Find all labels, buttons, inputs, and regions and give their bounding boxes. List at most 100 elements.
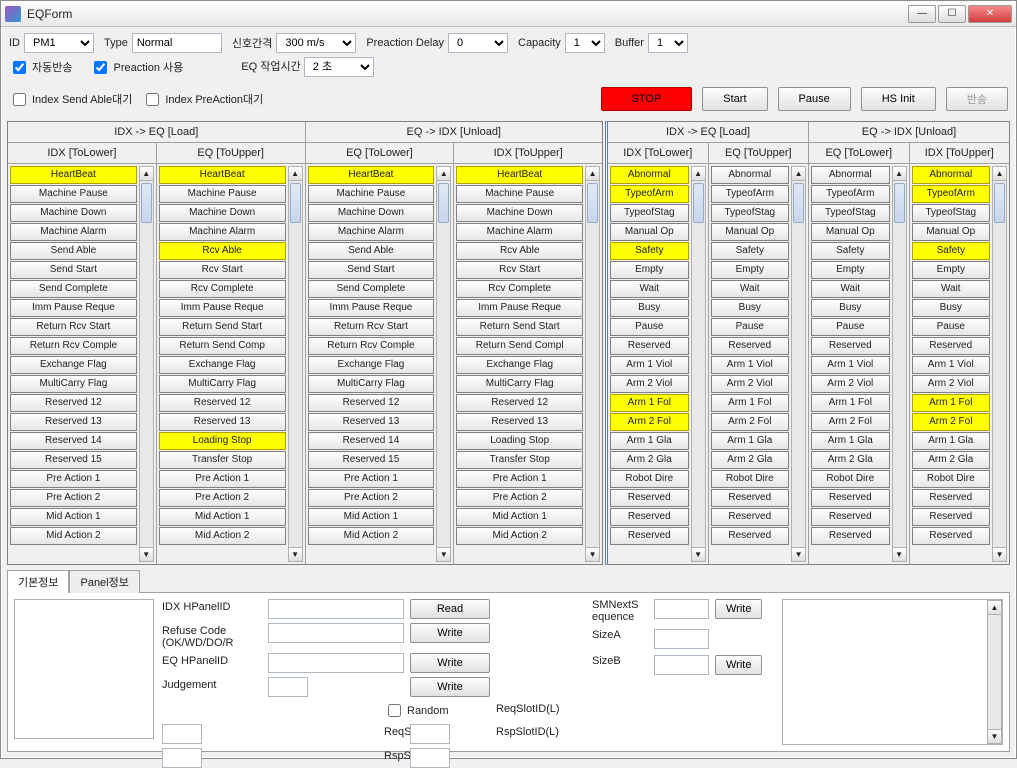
scroll-thumb[interactable] [141,183,152,223]
scroll-thumb[interactable] [438,183,449,223]
signal-button[interactable]: Return Send Compl [456,337,583,355]
preaction-use-check[interactable] [94,61,107,74]
signal-button[interactable]: TypeofArm [610,185,689,203]
signal-button[interactable]: HeartBeat [159,166,286,184]
signal-button[interactable]: Empty [610,261,689,279]
signal-button[interactable]: TypeofArm [811,185,890,203]
signal-button[interactable]: Wait [711,280,790,298]
signal-button[interactable]: Imm Pause Reque [10,299,137,317]
column-scrollbar[interactable]: ▲▼ [139,166,154,562]
signal-button[interactable]: Reserved 12 [308,394,435,412]
stop-button[interactable]: STOP [601,87,693,111]
scroll-thumb[interactable] [894,183,905,223]
signal-button[interactable]: Mid Action 1 [159,508,286,526]
signal-button[interactable]: Reserved [811,527,890,545]
scroll-down-icon[interactable]: ▼ [893,547,906,561]
signal-button[interactable]: Machine Down [159,204,286,222]
signal-button[interactable]: Reserved [912,508,991,526]
signal-button[interactable]: Return Send Start [456,318,583,336]
signal-button[interactable]: MultiCarry Flag [456,375,583,393]
signal-button[interactable]: Pause [610,318,689,336]
sizea-input[interactable] [654,629,709,649]
signal-button[interactable]: Pre Action 2 [456,489,583,507]
signal-button[interactable]: TypeofStag [912,204,991,222]
signal-button[interactable]: Imm Pause Reque [159,299,286,317]
read-button[interactable]: Read [410,599,490,619]
maximize-button[interactable]: ☐ [938,5,966,23]
signal-button[interactable]: Reserved 15 [308,451,435,469]
return-button[interactable]: 반송 [946,87,1008,111]
signal-button[interactable]: Return Rcv Comple [308,337,435,355]
log-scrollbar[interactable]: ▲ ▼ [987,600,1002,744]
signal-button[interactable]: Wait [811,280,890,298]
signal-button[interactable]: Reserved [912,337,991,355]
signal-button[interactable]: Machine Alarm [159,223,286,241]
eq-worktime-select[interactable]: 2 초 [304,57,374,77]
signal-button[interactable]: Reserved [912,489,991,507]
signal-button[interactable]: Exchange Flag [10,356,137,374]
signal-button[interactable]: Reserved 13 [308,413,435,431]
signal-button[interactable]: Robot Dire [711,470,790,488]
signal-button[interactable]: Arm 1 Fol [912,394,991,412]
signal-button[interactable]: Loading Stop [159,432,286,450]
index-send-able-checkbox[interactable]: Index Send Able대기 [9,90,132,109]
column-scrollbar[interactable]: ▲▼ [992,166,1007,562]
signal-button[interactable]: Mid Action 2 [456,527,583,545]
signal-button[interactable]: Reserved [711,489,790,507]
close-button[interactable]: ✕ [968,5,1012,23]
scroll-down-icon[interactable]: ▼ [140,547,153,561]
signal-button[interactable]: Reserved 15 [10,451,137,469]
signal-button[interactable]: Busy [811,299,890,317]
signal-button[interactable]: Robot Dire [912,470,991,488]
signal-button[interactable]: Mid Action 1 [10,508,137,526]
signal-button[interactable]: Exchange Flag [456,356,583,374]
signal-button[interactable]: Manual Op [811,223,890,241]
signal-button[interactable]: Mid Action 1 [456,508,583,526]
signal-button[interactable]: Pre Action 2 [308,489,435,507]
signal-button[interactable]: Manual Op [610,223,689,241]
scroll-thumb[interactable] [693,183,704,223]
signal-button[interactable]: Arm 2 Fol [912,413,991,431]
write-button-5[interactable]: Write [715,655,762,675]
signal-button[interactable]: Mid Action 2 [159,527,286,545]
signal-button[interactable]: Robot Dire [610,470,689,488]
signal-button[interactable]: Reserved [711,527,790,545]
column-scrollbar[interactable]: ▲▼ [436,166,451,562]
signal-button[interactable]: Rcv Able [159,242,286,260]
signal-button[interactable]: Arm 2 Viol [811,375,890,393]
signal-button[interactable]: Arm 1 Gla [912,432,991,450]
start-button[interactable]: Start [702,87,767,111]
signal-button[interactable]: Empty [811,261,890,279]
signal-button[interactable]: Safety [912,242,991,260]
write-button-1[interactable]: Write [410,623,490,643]
signal-button[interactable]: Reserved 12 [159,394,286,412]
signal-button[interactable]: Return Rcv Start [308,318,435,336]
eq-hpanelid-input[interactable] [268,653,404,673]
scroll-up-icon[interactable]: ▲ [140,167,153,181]
signal-button[interactable]: Arm 2 Fol [610,413,689,431]
signal-button[interactable]: Empty [711,261,790,279]
scroll-up-icon[interactable]: ▲ [988,601,1001,615]
signal-button[interactable]: Busy [711,299,790,317]
scroll-up-icon[interactable]: ▲ [437,167,450,181]
hs-init-button[interactable]: HS Init [861,87,936,111]
scroll-thumb[interactable] [290,183,301,223]
signal-button[interactable]: Arm 1 Fol [811,394,890,412]
signal-button[interactable]: Manual Op [912,223,991,241]
index-preaction-checkbox[interactable]: Index PreAction대기 [142,90,263,109]
signal-button[interactable]: Exchange Flag [159,356,286,374]
minimize-button[interactable]: — [908,5,936,23]
signal-button[interactable]: Machine Down [10,204,137,222]
signal-button[interactable]: Send Start [308,261,435,279]
refuse-code-input[interactable] [268,623,404,643]
signal-button[interactable]: Reserved 14 [10,432,137,450]
signal-button[interactable]: Reserved [610,527,689,545]
signal-button[interactable]: Imm Pause Reque [456,299,583,317]
signal-button[interactable]: Reserved [610,508,689,526]
signal-button[interactable]: Send Able [10,242,137,260]
auto-return-checkbox[interactable]: 자동반송 [9,58,72,77]
signal-button[interactable]: Arm 2 Gla [912,451,991,469]
tab-panel-info[interactable]: Panel정보 [69,570,139,593]
signal-button[interactable]: Arm 1 Gla [811,432,890,450]
scroll-down-icon[interactable]: ▼ [692,547,705,561]
